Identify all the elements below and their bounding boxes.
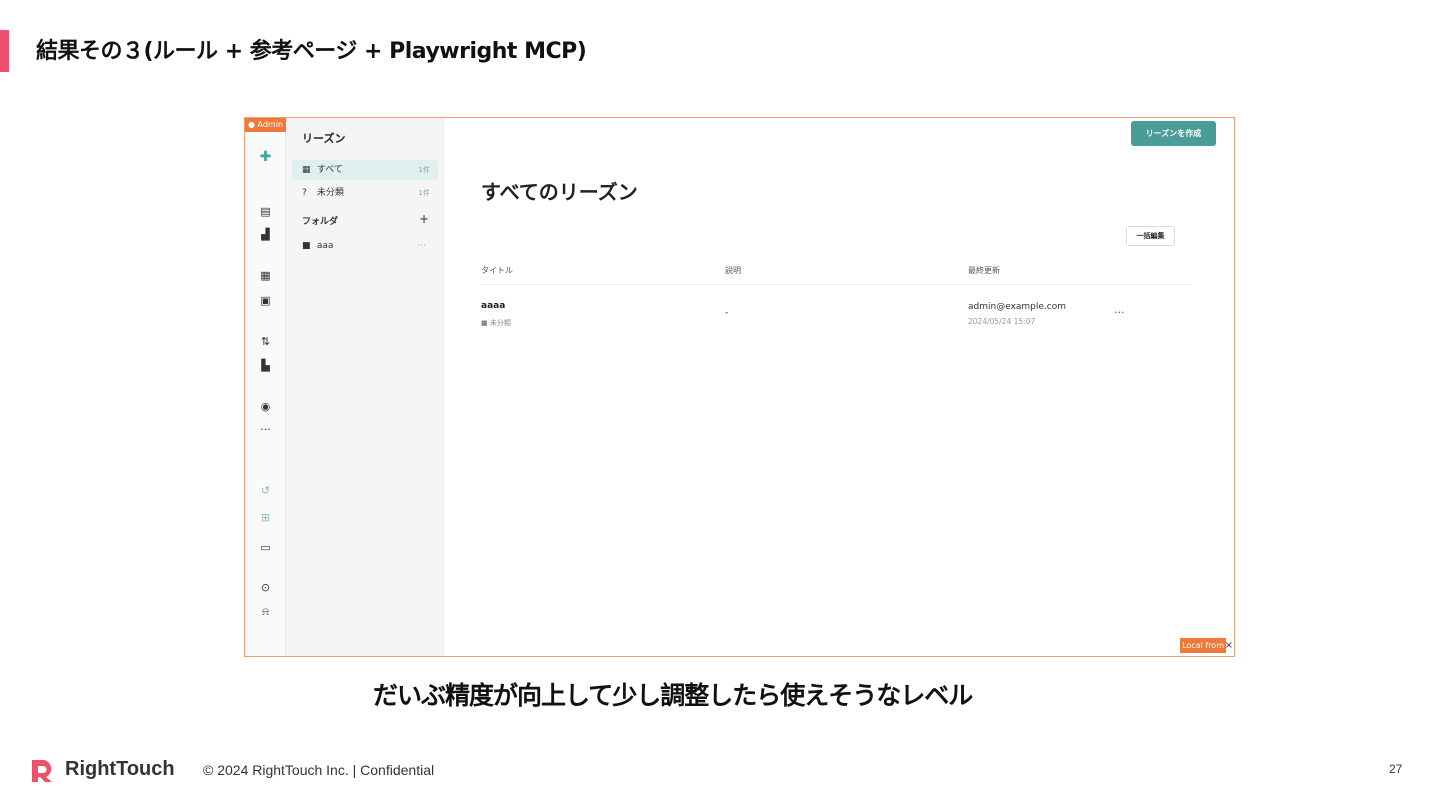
column-header-updated[interactable]: 最終更新 <box>968 265 1000 276</box>
row-description: - <box>725 308 729 318</box>
folders-heading: フォルダ <box>302 217 339 227</box>
question-icon: ? <box>302 188 307 198</box>
bulk-edit-button[interactable]: 一括編集 <box>1126 226 1175 246</box>
chart-icon[interactable]: ▟ <box>245 228 286 242</box>
document-icon[interactable]: ▙ <box>245 359 286 373</box>
brand-name: RightTouch <box>65 758 175 780</box>
row-more-icon[interactable]: ··· <box>1114 306 1125 319</box>
nav-item-count: 1件 <box>418 166 430 174</box>
table-divider <box>481 284 1191 285</box>
bell-icon[interactable]: ⍾ <box>245 605 286 619</box>
nav-item-label: 未分類 <box>316 188 344 198</box>
undo-icon[interactable]: ↺ <box>245 484 286 498</box>
folder-label: aaa <box>316 241 334 251</box>
slide-caption: だいぶ精度が向上して少し調整したら使えそうなレベル <box>373 681 973 710</box>
help-icon[interactable]: ⊙ <box>245 581 286 595</box>
nav-item-count: 1件 <box>418 189 430 197</box>
add-folder-icon[interactable]: + <box>419 212 429 226</box>
local-badge: Local from <box>1180 638 1226 653</box>
app-screenshot: ✚ ▤ ▟ ▦ ▣ ⇅ ▙ ◉ ··· ↺ ⊞ ▭ ⊙ ⍾ ● Admin リー… <box>244 117 1235 657</box>
nav-item-uncategorized[interactable]: ? 未分類 1件 <box>292 183 438 203</box>
page-title: すべてのリーズン <box>481 180 638 204</box>
flow-icon[interactable]: ⇅ <box>245 335 286 349</box>
page-number: 27 <box>1389 762 1403 776</box>
main-content: リーズンを作成 すべてのリーズン 一括編集 タイトル 説明 最終更新 aaaa … <box>444 118 1234 656</box>
apps-icon[interactable]: ⊞ <box>245 511 286 525</box>
reason-panel: リーズン ▦ すべて 1件 ? 未分類 1件 フォルダ + ■ aaa ··· <box>286 118 444 656</box>
nav-item-all[interactable]: ▦ すべて 1件 <box>292 160 438 180</box>
admin-badge: ● Admin <box>245 118 286 132</box>
title-accent-bar <box>0 30 9 72</box>
righttouch-logo-icon <box>32 760 52 782</box>
folder-icon: ■ <box>302 241 311 251</box>
icon-rail: ✚ ▤ ▟ ▦ ▣ ⇅ ▙ ◉ ··· ↺ ⊞ ▭ ⊙ ⍾ <box>245 118 286 656</box>
row-updated-at: 2024/05/24 15:07 <box>968 317 1036 326</box>
table-icon[interactable]: ▤ <box>245 205 286 219</box>
logo-icon: ✚ <box>259 149 272 165</box>
window-icon[interactable]: ▭ <box>245 541 286 555</box>
column-header-title[interactable]: タイトル <box>481 265 513 276</box>
close-icon[interactable]: × <box>1225 638 1233 653</box>
more-icon[interactable]: ··· <box>417 236 426 256</box>
row-folder: ■ 未分類 <box>481 319 511 327</box>
grid-icon[interactable]: ▦ <box>245 269 286 283</box>
folder-item-aaa[interactable]: ■ aaa ··· <box>292 236 438 256</box>
more-icon[interactable]: ··· <box>245 423 286 437</box>
headset-icon[interactable]: ◉ <box>245 400 286 414</box>
copyright: © 2024 RightTouch Inc. | Confidential <box>203 762 435 778</box>
row-title[interactable]: aaaa <box>481 301 505 311</box>
nav-item-label: すべて <box>316 165 343 175</box>
column-header-description[interactable]: 説明 <box>725 265 741 276</box>
create-reason-button[interactable]: リーズンを作成 <box>1131 121 1216 146</box>
slide-title: 結果その３(ルール + 参考ページ + Playwright MCP) <box>36 39 587 64</box>
grid-icon: ▦ <box>302 165 311 175</box>
panel-title: リーズン <box>302 132 346 145</box>
row-updated-by: admin@example.com <box>968 302 1067 312</box>
layout-icon[interactable]: ▣ <box>245 294 286 308</box>
